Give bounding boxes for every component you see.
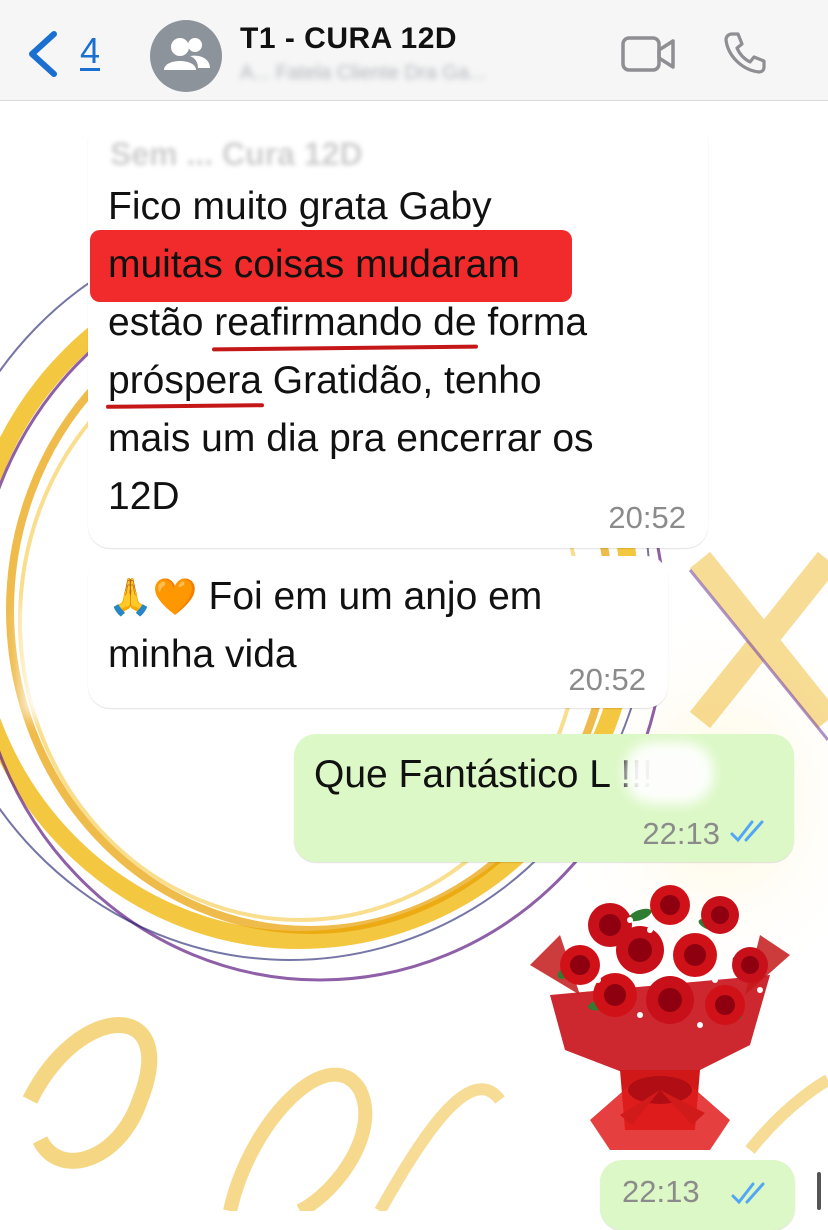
- message-time: 22:13: [642, 816, 720, 851]
- phone-call-icon[interactable]: [722, 30, 768, 76]
- message-line: Foi em um anjo em: [197, 575, 543, 618]
- message-time: 20:52: [568, 662, 646, 697]
- read-ticks-icon: [731, 1182, 765, 1205]
- group-avatar[interactable]: [150, 20, 222, 92]
- message-bubble-outgoing[interactable]: 22:13: [600, 1160, 795, 1230]
- sender-name: Sem ... Cura 12D: [110, 136, 363, 172]
- message-line: minha vida: [108, 633, 297, 676]
- read-ticks-icon: [730, 820, 764, 843]
- highlighted-text: muitas coisas mudaram: [90, 230, 572, 302]
- redacted-name: [624, 742, 714, 804]
- chat-header: 4 T1 - CURA 12D A... Fatela Cliente Dra …: [0, 0, 828, 101]
- scrollbar[interactable]: [817, 1172, 821, 1210]
- chat-members-subtitle[interactable]: A... Fatela Cliente Dra Ga...: [240, 62, 610, 90]
- message-bubble-incoming[interactable]: Sem ... Cura 12D Fico muito grata Gaby m…: [88, 120, 708, 548]
- message-line: forma: [476, 301, 588, 344]
- message-bubble-incoming[interactable]: 🙏🧡 Foi em um anjo em minha vida 20:52: [88, 556, 668, 708]
- pray-heart-emoji: 🙏🧡: [108, 576, 198, 617]
- message-bubble-outgoing[interactable]: Que Fantástico L !!! 22:13: [294, 734, 794, 862]
- message-line: Gratidão, tenho: [261, 359, 542, 402]
- redacted-avatar: [22, 606, 74, 716]
- rose-bouquet-image[interactable]: [520, 875, 800, 1165]
- message-line: estão: [108, 301, 215, 344]
- message-time: 22:13: [622, 1174, 700, 1209]
- message-text: Fico muito grata Gaby muitas coisas muda…: [90, 178, 698, 526]
- message-text: Que Fantástico L !!!: [314, 753, 653, 796]
- message-line: Fico muito grata Gaby: [108, 185, 492, 228]
- message-line: mais um dia pra encerrar os: [108, 417, 594, 460]
- unread-count-link[interactable]: 4: [80, 30, 100, 72]
- group-icon: [164, 38, 210, 70]
- video-call-icon[interactable]: [620, 34, 676, 74]
- message-time: 20:52: [608, 500, 686, 535]
- underlined-text: reafirmando de: [214, 294, 476, 352]
- back-chevron-icon[interactable]: [22, 28, 62, 80]
- chat-title[interactable]: T1 - CURA 12D: [240, 22, 457, 56]
- message-text: 🙏🧡 Foi em um anjo em minha vida: [108, 568, 628, 684]
- underlined-text: próspera: [108, 352, 262, 410]
